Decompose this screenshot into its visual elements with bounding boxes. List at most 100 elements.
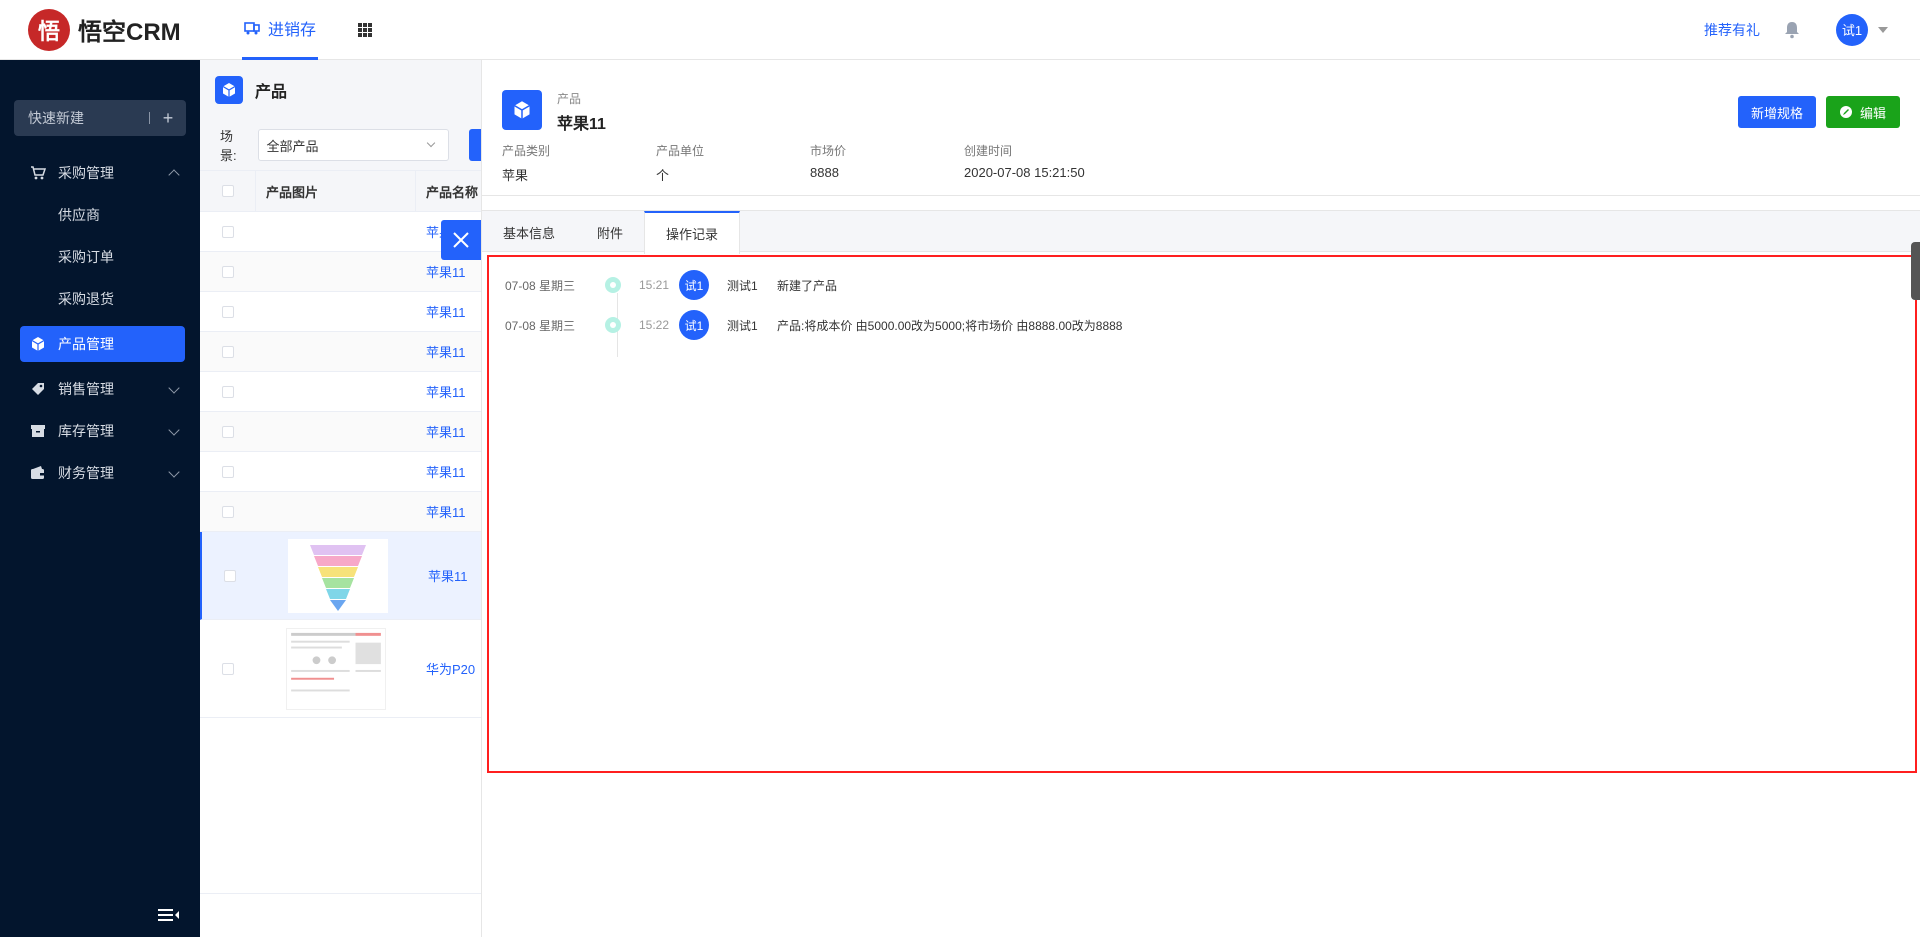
table-row[interactable]: 苹果: [200, 212, 481, 252]
tab-operation-log[interactable]: 操作记录: [644, 211, 741, 254]
product-name-link[interactable]: 苹果11: [416, 382, 466, 401]
avatar[interactable]: 试1: [679, 310, 709, 340]
cube-icon: [31, 337, 45, 351]
chevron-down-icon[interactable]: [1878, 26, 1888, 33]
pagination-bar: [200, 893, 481, 937]
row-checkbox[interactable]: [222, 662, 234, 675]
add-spec-button[interactable]: 新增规格: [1738, 96, 1816, 128]
logo[interactable]: 悟 悟空CRM: [28, 8, 198, 51]
product-thumbnail[interactable]: [288, 538, 388, 613]
field-label: 产品单位: [656, 144, 705, 158]
scene-select[interactable]: 全部产品: [257, 129, 450, 161]
close-detail-button[interactable]: [441, 220, 481, 260]
product-name-link[interactable]: 苹果11: [416, 502, 466, 521]
table-row[interactable]: 苹果11: [200, 492, 481, 532]
table-row[interactable]: 苹果11: [200, 372, 481, 412]
sidebar-item-label: 产品管理: [58, 336, 114, 352]
table-row[interactable]: 苹果11: [200, 452, 481, 492]
table-row[interactable]: 苹果11: [200, 292, 481, 332]
timeline-dot-icon: [605, 317, 621, 333]
table-row[interactable]: 苹果11: [200, 252, 481, 292]
top-bar: 悟 悟空CRM 进销存 推荐有礼 试1: [0, 0, 1920, 60]
bell-icon[interactable]: [1784, 21, 1800, 39]
table-row[interactable]: 华为P20: [200, 620, 481, 718]
row-checkbox[interactable]: [222, 505, 234, 518]
product-name-link[interactable]: 苹果11: [416, 302, 466, 321]
row-checkbox[interactable]: [224, 569, 236, 582]
tab-basic-info[interactable]: 基本信息: [482, 211, 576, 253]
chevron-down-icon: [168, 466, 180, 478]
field-category: 产品类别 苹果: [502, 142, 656, 184]
field-unit: 产品单位 个: [656, 142, 810, 184]
logo-badge: 悟: [28, 8, 70, 51]
product-name-link[interactable]: 苹果11: [418, 566, 468, 585]
column-header-name[interactable]: 产品名称: [416, 182, 478, 201]
user-avatar[interactable]: 试1: [1836, 13, 1868, 46]
table-row[interactable]: 苹果11: [200, 532, 481, 620]
sidebar-item-purchase[interactable]: 采购管理: [0, 152, 200, 194]
sidebar-item-sales[interactable]: 销售管理: [0, 368, 200, 410]
product-name-link[interactable]: 苹果11: [416, 462, 466, 481]
sidebar-item-supplier[interactable]: 供应商: [0, 194, 200, 236]
table-row[interactable]: 苹果11: [200, 332, 481, 372]
scene-label: 场景:: [220, 129, 237, 163]
edit-button[interactable]: 编辑: [1826, 96, 1900, 128]
inventory-icon: [244, 22, 260, 35]
apps-grid-icon[interactable]: [358, 22, 373, 37]
plus-icon[interactable]: +: [150, 108, 186, 129]
log-time: 15:22: [639, 318, 670, 332]
sidebar-item-purchase-order[interactable]: 采购订单: [0, 236, 200, 278]
field-created-time: 创建时间 2020-07-08 15:21:50: [964, 142, 1118, 184]
log-entry: 07-08 星期三 15:21 试1 测试1 新建了产品: [505, 270, 837, 300]
row-checkbox[interactable]: [222, 385, 234, 398]
row-checkbox[interactable]: [222, 305, 234, 318]
row-checkbox[interactable]: [222, 265, 234, 278]
quick-new-button[interactable]: 快速新建 +: [14, 100, 186, 136]
table-row[interactable]: 苹果11: [200, 412, 481, 452]
tab-attachments[interactable]: 附件: [576, 211, 644, 253]
detail-header: 产品 苹果11 新增规格 编辑 产品类别 苹果 产品单位 个 市场价 8888 …: [482, 60, 1920, 196]
product-thumbnail[interactable]: [286, 627, 386, 710]
sidebar-item-label: 库存管理: [58, 423, 114, 439]
select-all-checkbox[interactable]: [221, 185, 234, 197]
sidebar-item-label: 销售管理: [58, 381, 114, 397]
field-label: 市场价: [810, 144, 847, 158]
row-checkbox[interactable]: [222, 345, 234, 358]
row-checkbox[interactable]: [222, 465, 234, 478]
log-message: 产品:将成本价 由5000.00改为5000;将市场价 由8888.00改为88…: [777, 318, 1123, 333]
sidebar-item-label: 财务管理: [58, 465, 114, 481]
collapse-menu-icon[interactable]: [158, 907, 180, 923]
product-name-link[interactable]: 苹果11: [416, 422, 466, 441]
avatar[interactable]: 试1: [679, 270, 709, 300]
cube-icon: [215, 76, 243, 104]
recommend-link[interactable]: 推荐有礼: [1704, 20, 1760, 40]
nav-tab-label: 进销存: [268, 22, 317, 39]
close-icon: [453, 232, 469, 248]
field-value: 个: [656, 168, 670, 183]
detail-panel: 产品 苹果11 新增规格 编辑 产品类别 苹果 产品单位 个 市场价 8888 …: [481, 60, 1920, 937]
detail-subtitle: 产品: [557, 92, 582, 106]
operation-log-panel: 07-08 星期三 15:21 试1 测试1 新建了产品 07-08 星期三 1…: [487, 255, 1917, 773]
chevron-up-icon: [168, 169, 180, 181]
new-product-button[interactable]: [469, 129, 481, 161]
side-drawer-handle[interactable]: [1911, 242, 1920, 300]
cart-icon: [31, 166, 46, 180]
sidebar-item-finance[interactable]: 财务管理: [0, 452, 200, 494]
sidebar: 快速新建 + 采购管理 供应商 采购订单 采购退货 产品管理 销售管理 库存管理…: [0, 60, 200, 937]
product-name-link[interactable]: 华为P20: [416, 659, 475, 678]
sidebar-item-purchase-return[interactable]: 采购退货: [0, 278, 200, 320]
list-header: 产品: [200, 60, 481, 120]
nav-tab-inventory[interactable]: 进销存: [242, 0, 319, 60]
archive-icon: [31, 425, 45, 437]
sidebar-item-product[interactable]: 产品管理: [20, 326, 185, 362]
log-user: 测试1: [727, 318, 758, 333]
product-name-link[interactable]: 苹果11: [416, 342, 466, 361]
timeline-dot-icon: [605, 277, 621, 293]
column-header-image[interactable]: 产品图片: [256, 170, 416, 212]
product-name-link[interactable]: 苹果11: [416, 262, 466, 281]
chevron-down-icon: [426, 138, 436, 148]
sidebar-item-inventory[interactable]: 库存管理: [0, 410, 200, 452]
row-checkbox[interactable]: [222, 425, 234, 438]
edit-button-label: 编辑: [1859, 105, 1886, 121]
row-checkbox[interactable]: [222, 225, 234, 238]
